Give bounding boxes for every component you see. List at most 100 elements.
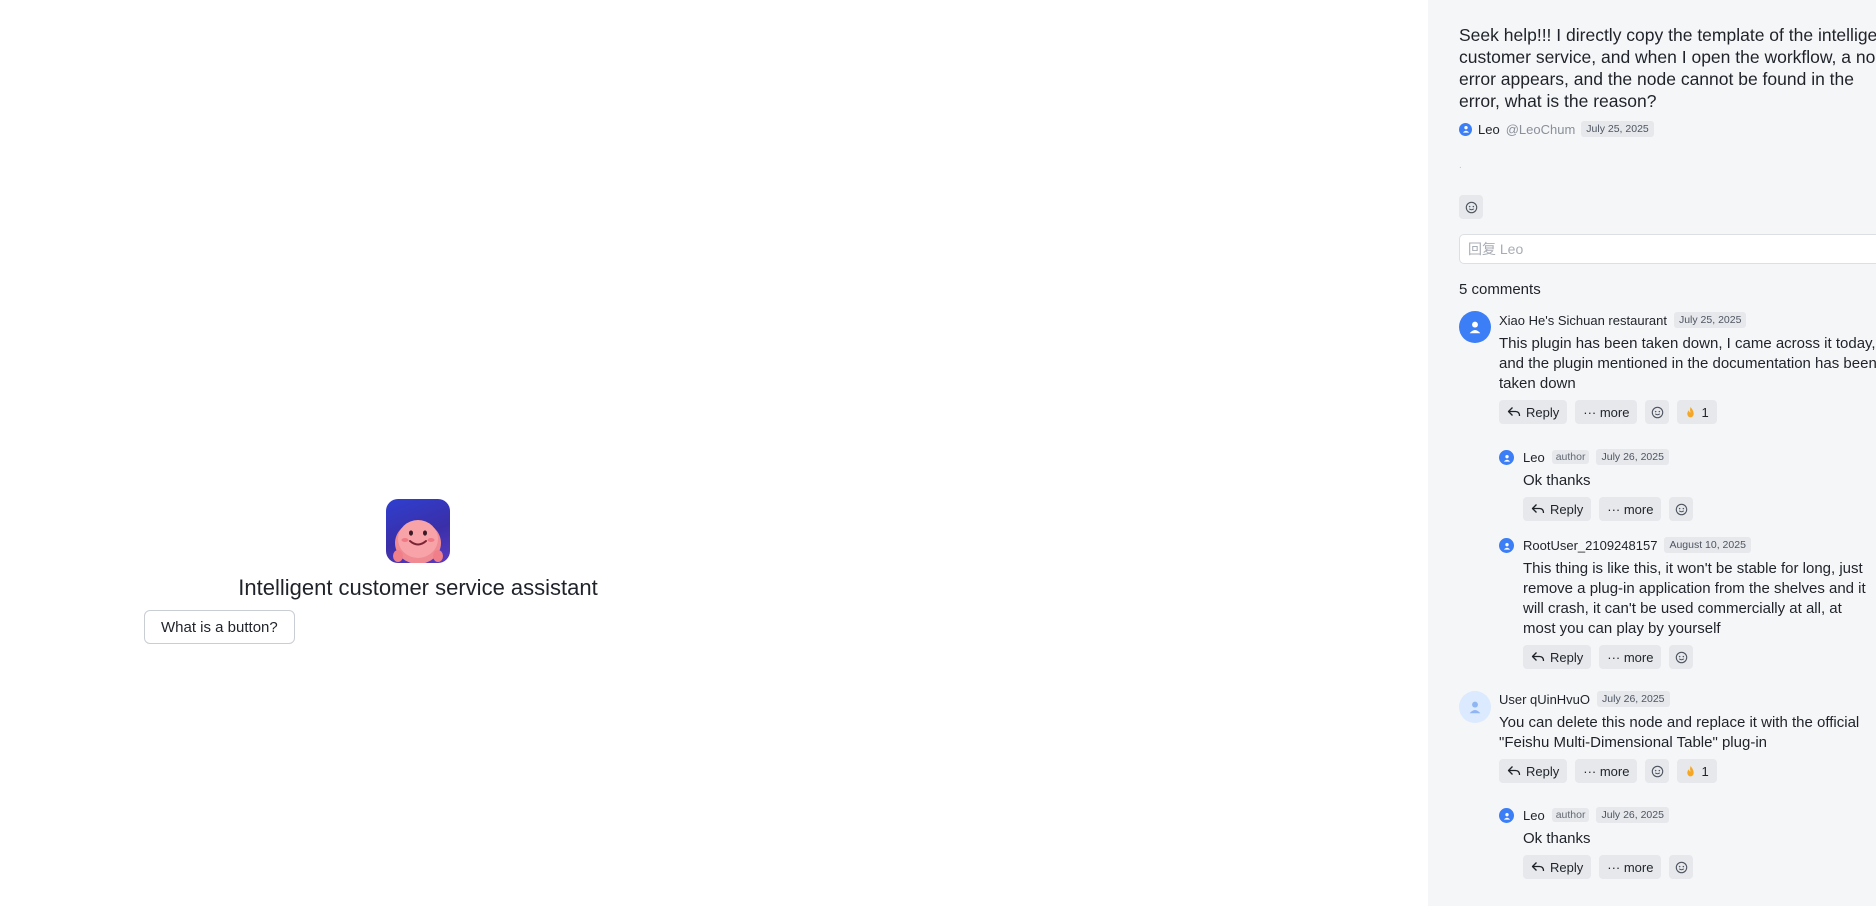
reply-arrow-icon (1531, 504, 1545, 514)
comment-date: July 26, 2025 (1596, 807, 1669, 823)
post-title-line: error appears, and the node cannot be fo… (1459, 69, 1855, 89)
reply-button[interactable]: Reply (1499, 759, 1568, 783)
comment: User qUinHvuO July 26, 2025 You can dele… (1499, 691, 1876, 783)
smiley-icon (1465, 201, 1477, 213)
reply-button[interactable]: Reply (1523, 497, 1592, 521)
comment-line: and the plugin mentioned in the document… (1499, 355, 1876, 372)
post-title-line: error, what is the reason? (1459, 91, 1657, 111)
comment-body: This thing is like this, it won't be sta… (1523, 559, 1873, 639)
user-icon (1469, 701, 1481, 714)
more-label: ··· more (1607, 859, 1654, 875)
user-icon (1503, 812, 1510, 820)
emoji-button[interactable] (1645, 759, 1670, 783)
comment-line: "Feishu Multi-Dimensional Table" plug-in (1499, 734, 1767, 751)
emoji-button[interactable] (1669, 855, 1694, 879)
commenter-name[interactable]: Leo (1523, 808, 1545, 823)
comment-line: Ok thanks (1523, 472, 1591, 489)
reply-input[interactable] (1459, 234, 1876, 264)
reply-button[interactable]: Reply (1523, 855, 1592, 879)
smiley-icon (1675, 503, 1688, 515)
smiley-icon (1675, 651, 1688, 663)
author-tag: author (1551, 808, 1590, 822)
reaction-button[interactable]: 1 (1677, 759, 1717, 783)
reply-arrow-icon (1531, 652, 1545, 662)
comment-reply: Leo author July 26, 2025 Ok thanks Reply… (1523, 449, 1873, 521)
comment-line: taken down (1499, 375, 1576, 392)
more-button[interactable]: ··· more (1599, 855, 1662, 879)
reply-label: Reply (1550, 501, 1584, 517)
comment-line: This thing is like this, it won't be sta… (1523, 560, 1863, 577)
commenter-name[interactable]: User qUinHvuO (1499, 692, 1590, 707)
reply-label: Reply (1550, 859, 1584, 875)
commenter-avatar[interactable] (1499, 808, 1514, 823)
author-avatar[interactable] (1459, 122, 1472, 136)
bot-name: Intelligent customer service assistant (238, 575, 598, 600)
comments-count: 5 comments (1459, 281, 1541, 298)
fire-icon (1687, 765, 1695, 776)
reaction-count: 1 (1701, 763, 1709, 779)
suggested-question-button[interactable]: What is a button? (144, 610, 295, 644)
comment-body: Ok thanks (1523, 471, 1873, 491)
reply-arrow-icon (1507, 766, 1521, 776)
post-meta: Leo @LeoChum July 25, 2025 (1459, 121, 1654, 137)
commenter-name[interactable]: Leo (1523, 450, 1545, 465)
comment-line: remove a plug-in application from the sh… (1523, 580, 1866, 597)
more-label: ··· more (1607, 501, 1654, 517)
post-body: . (1459, 160, 1462, 171)
more-button[interactable]: ··· more (1599, 497, 1662, 521)
comment-line: Ok thanks (1523, 830, 1591, 847)
comment-date: August 10, 2025 (1664, 537, 1751, 553)
comment-body: This plugin has been taken down, I came … (1499, 334, 1876, 394)
post-author-handle: @LeoChum (1505, 121, 1576, 137)
comment-reply: RootUser_2109248157 August 10, 2025 This… (1523, 537, 1873, 669)
smiley-icon (1675, 861, 1688, 873)
bot-mascot-icon (393, 520, 443, 563)
comment-body: You can delete this node and replace it … (1499, 713, 1876, 753)
reply-label: Reply (1526, 763, 1560, 779)
reply-button[interactable]: Reply (1523, 645, 1592, 669)
reaction-count: 1 (1701, 404, 1709, 420)
commenter-avatar[interactable] (1459, 691, 1491, 723)
commenter-name[interactable]: RootUser_2109248157 (1523, 538, 1657, 553)
reply-arrow-icon (1507, 407, 1521, 417)
smiley-icon (1651, 406, 1664, 418)
more-button[interactable]: ··· more (1575, 759, 1638, 783)
emoji-button[interactable] (1669, 497, 1694, 521)
more-label: ··· more (1607, 649, 1654, 665)
comment-date: July 26, 2025 (1596, 449, 1669, 465)
comment-line: You can delete this node and replace it … (1499, 714, 1860, 731)
user-icon (1462, 125, 1469, 133)
reaction-button[interactable]: 1 (1677, 400, 1717, 424)
comment-date: July 26, 2025 (1597, 691, 1670, 707)
emoji-button[interactable] (1669, 645, 1694, 669)
reply-label: Reply (1550, 649, 1584, 665)
post-title-line: customer service, and when I open the wo… (1459, 47, 1876, 67)
reply-button[interactable]: Reply (1499, 400, 1568, 424)
reply-label: Reply (1526, 404, 1560, 420)
chat-area: Intelligent customer service assistant W… (0, 0, 1428, 906)
post-title: Seek help!!! I directly copy the templat… (1459, 24, 1876, 112)
post-date: July 25, 2025 (1581, 121, 1654, 137)
commenter-avatar[interactable] (1499, 450, 1514, 465)
comments-panel: Seek help!!! I directly copy the templat… (1428, 0, 1876, 906)
more-button[interactable]: ··· more (1599, 645, 1662, 669)
comment-line: will crash, it can't be used commerciall… (1523, 600, 1842, 617)
comment-body: Ok thanks (1523, 829, 1873, 849)
post-author[interactable]: Leo (1478, 122, 1500, 137)
comment-line: most you can play by yourself (1523, 620, 1721, 637)
more-label: ··· more (1583, 763, 1630, 779)
author-tag: author (1551, 450, 1590, 464)
user-icon (1503, 454, 1510, 462)
commenter-avatar[interactable] (1499, 538, 1514, 553)
more-label: ··· more (1583, 404, 1630, 420)
commenter-avatar[interactable] (1459, 311, 1491, 343)
commenter-name[interactable]: Xiao He's Sichuan restaurant (1499, 313, 1667, 328)
more-button[interactable]: ··· more (1575, 400, 1638, 424)
comment-reply: Leo author July 26, 2025 Ok thanks Reply… (1523, 807, 1873, 879)
post-emoji-button[interactable] (1459, 195, 1483, 219)
comment-date: July 25, 2025 (1673, 312, 1747, 328)
reply-arrow-icon (1531, 862, 1545, 872)
post-title-line: Seek help!!! I directly copy the templat… (1459, 25, 1876, 45)
comment-line: This plugin has been taken down, I came … (1499, 335, 1876, 352)
emoji-button[interactable] (1645, 400, 1670, 424)
